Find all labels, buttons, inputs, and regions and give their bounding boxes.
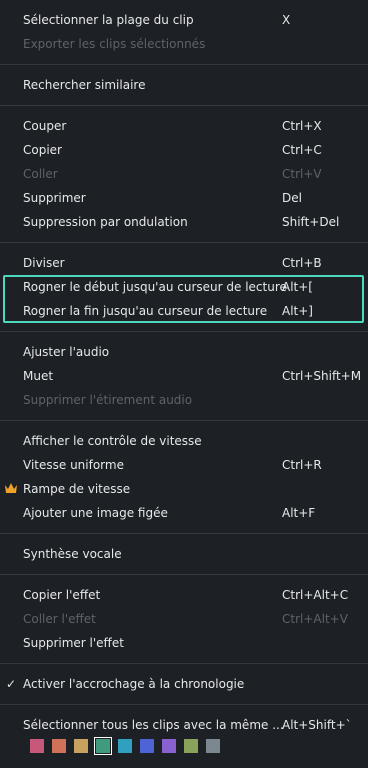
color-swatch[interactable] <box>162 739 176 753</box>
menu-separator <box>0 64 368 65</box>
color-swatch-row <box>30 737 220 755</box>
menu-item-label: Exporter les clips sélectionnés <box>23 37 206 51</box>
menu-item-find-similar[interactable]: Rechercher similaire <box>0 73 368 97</box>
menu-item-label: Ajouter une image figée <box>23 506 168 520</box>
menu-item-shortcut: Ctrl+C <box>282 143 322 157</box>
menu-item-copy-effect[interactable]: Copier l'effet Ctrl+Alt+C <box>0 583 368 607</box>
menu-item-shortcut: Ctrl+Alt+C <box>282 588 349 602</box>
color-swatch[interactable] <box>206 739 220 753</box>
checkmark-icon: ✓ <box>6 677 17 691</box>
crown-icon <box>5 483 17 493</box>
menu-item-trim-start[interactable]: Rogner le début jusqu'au curseur de lect… <box>0 275 368 299</box>
menu-item-shortcut: Ctrl+V <box>282 167 322 181</box>
color-swatch[interactable] <box>94 737 112 755</box>
menu-item-label: Vitesse uniforme <box>23 458 124 472</box>
menu-item-label: Rogner le début jusqu'au curseur de lect… <box>23 280 287 294</box>
menu-item-label: Activer l'accrochage à la chronologie <box>23 677 245 691</box>
color-swatch[interactable] <box>52 739 66 753</box>
color-swatch[interactable] <box>140 739 154 753</box>
menu-item-speed-ramp[interactable]: Rampe de vitesse <box>0 477 368 501</box>
color-swatch[interactable] <box>118 739 132 753</box>
menu-item-shortcut: Alt+F <box>282 506 316 520</box>
menu-item-export-selected: Exporter les clips sélectionnés <box>0 32 368 56</box>
menu-item-label: Sélectionner tous les clips avec la même… <box>23 718 284 732</box>
menu-item-shortcut: X <box>282 13 291 27</box>
menu-separator <box>0 574 368 575</box>
menu-item-label: Rogner la fin jusqu'au curseur de lectur… <box>23 304 268 318</box>
menu-item-delete-effect[interactable]: Supprimer l'effet <box>0 631 368 655</box>
context-menu: Sélectionner la plage du clip X Exporter l… <box>0 0 368 768</box>
menu-item-label: Supprimer l'effet <box>23 636 124 650</box>
menu-separator <box>0 331 368 332</box>
menu-item-shortcut: Ctrl+Shift+M <box>282 369 362 383</box>
menu-item-label: Copier <box>23 143 62 157</box>
menu-item-freeze-frame[interactable]: Ajouter une image figée Alt+F <box>0 501 368 525</box>
menu-item-show-speed-control[interactable]: Afficher le contrôle de vitesse <box>0 429 368 453</box>
menu-item-label: Coller l'effet <box>23 612 96 626</box>
menu-item-enable-snapping[interactable]: ✓ Activer l'accrochage à la chronologie <box>0 672 368 696</box>
menu-item-ripple-delete[interactable]: Suppression par ondulation Shift+Del <box>0 210 368 234</box>
menu-item-label: Diviser <box>23 256 65 270</box>
menu-item-adjust-audio[interactable]: Ajuster l'audio <box>0 340 368 364</box>
menu-item-label: Couper <box>23 119 67 133</box>
menu-item-label: Coller <box>23 167 58 181</box>
menu-item-label: Supprimer l'étirement audio <box>23 393 193 407</box>
menu-item-split[interactable]: Diviser Ctrl+B <box>0 251 368 275</box>
menu-separator <box>0 242 368 243</box>
color-swatch[interactable] <box>30 739 44 753</box>
menu-item-label: Copier l'effet <box>23 588 101 602</box>
menu-item-uniform-speed[interactable]: Vitesse uniforme Ctrl+R <box>0 453 368 477</box>
menu-separator <box>0 105 368 106</box>
menu-item-copy[interactable]: Copier Ctrl+C <box>0 138 368 162</box>
menu-item-label: Ajuster l'audio <box>23 345 110 359</box>
menu-separator <box>0 704 368 705</box>
menu-item-shortcut: Alt+[ <box>282 280 313 294</box>
menu-item-label: Rechercher similaire <box>23 78 146 92</box>
menu-item-label: Sélectionner la plage du clip <box>23 13 194 27</box>
menu-item-label: Synthèse vocale <box>23 547 122 561</box>
color-swatch[interactable] <box>74 739 88 753</box>
menu-item-label: Muet <box>23 369 54 383</box>
menu-item-label: Rampe de vitesse <box>23 482 131 496</box>
menu-item-mute[interactable]: Muet Ctrl+Shift+M <box>0 364 368 388</box>
menu-item-shortcut: Ctrl+B <box>282 256 322 270</box>
menu-item-shortcut: Ctrl+Alt+V <box>282 612 348 626</box>
color-swatch[interactable] <box>184 739 198 753</box>
menu-item-text-to-speech[interactable]: Synthèse vocale <box>0 542 368 566</box>
menu-item-delete[interactable]: Supprimer Del <box>0 186 368 210</box>
menu-item-trim-end[interactable]: Rogner la fin jusqu'au curseur de lectur… <box>0 299 368 323</box>
menu-separator <box>0 663 368 664</box>
menu-item-label: Afficher le contrôle de vitesse <box>23 434 202 448</box>
menu-item-shortcut: Shift+Del <box>282 215 340 229</box>
menu-item-label: Suppression par ondulation <box>23 215 188 229</box>
menu-item-select-clip-range[interactable]: Sélectionner la plage du clip X <box>0 8 368 32</box>
menu-item-label: Supprimer <box>23 191 86 205</box>
menu-item-shortcut: Ctrl+R <box>282 458 322 472</box>
menu-item-cut[interactable]: Couper Ctrl+X <box>0 114 368 138</box>
menu-item-shortcut: Alt+Shift+` <box>282 718 352 732</box>
menu-item-paste: Coller Ctrl+V <box>0 162 368 186</box>
menu-item-shortcut: Del <box>282 191 302 205</box>
menu-item-remove-audio-stretch: Supprimer l'étirement audio <box>0 388 368 412</box>
menu-separator <box>0 420 368 421</box>
menu-item-shortcut: Alt+] <box>282 304 313 318</box>
menu-item-shortcut: Ctrl+X <box>282 119 322 133</box>
menu-item-select-all-same[interactable]: Sélectionner tous les clips avec la même… <box>0 713 368 737</box>
menu-item-paste-effect: Coller l'effet Ctrl+Alt+V <box>0 607 368 631</box>
menu-separator <box>0 533 368 534</box>
